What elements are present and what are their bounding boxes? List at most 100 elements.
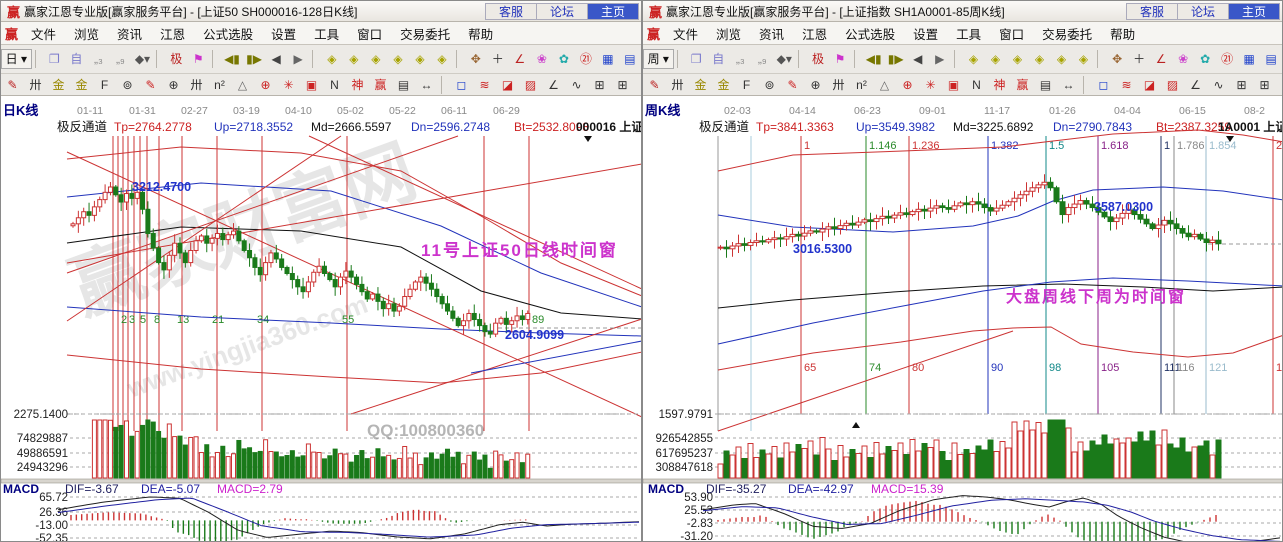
hatch-box-icon[interactable]: ▨	[519, 75, 542, 95]
n-wave-icon[interactable]: Ν	[965, 75, 988, 95]
diamond-right-icon[interactable]: ◈	[984, 49, 1006, 69]
box-grid-icon[interactable]: ▣	[942, 75, 965, 95]
zoom-region-icon[interactable]: ❐	[685, 49, 707, 69]
diamond-left-icon[interactable]: ◈	[962, 49, 984, 69]
hatch-box-icon[interactable]: ▨	[1161, 75, 1184, 95]
compass-icon[interactable]: ⊕	[162, 75, 185, 95]
pencil-angle-icon[interactable]: ∠	[542, 75, 565, 95]
grid-a-icon[interactable]: ⊞	[588, 75, 611, 95]
gold-section-icon[interactable]: 金	[70, 75, 93, 95]
shen-tool-icon[interactable]: 神	[988, 75, 1011, 95]
n-square-icon[interactable]: n²	[208, 75, 231, 95]
spiral-icon[interactable]: ⊚	[116, 75, 139, 95]
diamond-left-icon[interactable]: ◈	[321, 49, 343, 69]
menu-item-4[interactable]: 公式选股	[194, 24, 262, 43]
target-icon[interactable]: ⊕	[896, 75, 919, 95]
menu-item-1[interactable]: 浏览	[707, 24, 750, 43]
gold-section-icon[interactable]: 金	[712, 75, 735, 95]
menu-item-3[interactable]: 江恩	[793, 24, 836, 43]
n-square-icon[interactable]: n²	[850, 75, 873, 95]
fibo-f-icon[interactable]: F	[93, 75, 116, 95]
menu-item-1[interactable]: 浏览	[65, 24, 108, 43]
shade-box-icon[interactable]: ◪	[1138, 75, 1161, 95]
width-measure-icon[interactable]: ↔	[415, 75, 438, 95]
menu-item-8[interactable]: 交易委托	[391, 24, 459, 43]
menu-item-6[interactable]: 工具	[947, 24, 990, 43]
notes-icon[interactable]: 自	[65, 49, 87, 69]
titlebar-button-forum[interactable]: 论坛	[1177, 3, 1228, 20]
crosshair-icon[interactable]: ＋	[1128, 49, 1150, 69]
menu-item-4[interactable]: 公式选股	[836, 24, 904, 43]
calendar-icon[interactable]: ㉑	[575, 49, 597, 69]
grid-ruler-icon[interactable]: 卅	[666, 75, 689, 95]
grid-b-icon[interactable]: ⊞	[611, 75, 634, 95]
hand-icon[interactable]: ✥	[465, 49, 487, 69]
target-icon[interactable]: ⊕	[254, 75, 277, 95]
fan-lines-icon[interactable]: ≋	[473, 75, 496, 95]
angle-measure-icon[interactable]: ∠	[1150, 49, 1172, 69]
menu-item-2[interactable]: 资讯	[108, 24, 151, 43]
star-burst-icon[interactable]: ✳	[919, 75, 942, 95]
calculator-icon[interactable]: ▦	[1238, 49, 1260, 69]
grid-b-icon[interactable]: ⊞	[1253, 75, 1276, 95]
ying-tool-icon[interactable]: 赢	[369, 75, 392, 95]
diamond-vexpand-icon[interactable]: ◈	[1050, 49, 1072, 69]
hand-icon[interactable]: ✥	[1106, 49, 1128, 69]
diamond-hexpand-icon[interactable]: ◈	[365, 49, 387, 69]
candle-style-icon[interactable]: ◆▾	[131, 49, 153, 69]
diamond-hshrink-icon[interactable]: ◈	[387, 49, 409, 69]
zoom-region-icon[interactable]: ❐	[43, 49, 65, 69]
brain-icon[interactable]: ✿	[1194, 49, 1216, 69]
red-pen-icon[interactable]: ✎	[139, 75, 162, 95]
ying-tool-icon[interactable]: 赢	[1011, 75, 1034, 95]
menu-item-9[interactable]: 帮助	[1101, 24, 1144, 43]
color-flag-icon[interactable]: ⚑	[187, 49, 209, 69]
gold-ratio-icon[interactable]: 金	[689, 75, 712, 95]
angle-ruler-icon[interactable]: △	[231, 75, 254, 95]
color-flag-icon[interactable]: ⚑	[829, 49, 851, 69]
grid-ruler-icon[interactable]: 卅	[24, 75, 47, 95]
angle-ruler-icon[interactable]: △	[873, 75, 896, 95]
menu-item-5[interactable]: 设置	[262, 24, 305, 43]
star-burst-icon[interactable]: ✳	[277, 75, 300, 95]
notebook-icon[interactable]: ▤	[619, 49, 641, 69]
box-grid-icon[interactable]: ▣	[300, 75, 323, 95]
time-ruler-icon[interactable]: 卅	[827, 75, 850, 95]
diamond-all-icon[interactable]: ◈	[1072, 49, 1094, 69]
calendar-icon[interactable]: ㉑	[1216, 49, 1238, 69]
first-bar-icon[interactable]: ◀▮	[863, 49, 885, 69]
flower-icon[interactable]: ❀	[531, 49, 553, 69]
last-bar-icon[interactable]: ▮▶	[885, 49, 907, 69]
diamond-right-icon[interactable]: ◈	[343, 49, 365, 69]
calculator-icon[interactable]: ▦	[597, 49, 619, 69]
symbol-dropdown-icon[interactable]	[1226, 136, 1234, 142]
brain-icon[interactable]: ✿	[553, 49, 575, 69]
pencil-angle-icon[interactable]: ∠	[1184, 75, 1207, 95]
symbol-dropdown-icon[interactable]	[584, 136, 592, 142]
period-selector[interactable]: 周 ▾	[643, 49, 674, 69]
grid-a-icon[interactable]: ⊞	[1230, 75, 1253, 95]
menu-item-8[interactable]: 交易委托	[1033, 24, 1101, 43]
candle-style-icon[interactable]: ◆▾	[773, 49, 795, 69]
diamond-hexpand-icon[interactable]: ◈	[1006, 49, 1028, 69]
flower-icon[interactable]: ❀	[1172, 49, 1194, 69]
notes-icon[interactable]: 自	[707, 49, 729, 69]
fan-lines-icon[interactable]: ≋	[1115, 75, 1138, 95]
first-bar-icon[interactable]: ◀▮	[221, 49, 243, 69]
n-wave-icon[interactable]: Ν	[323, 75, 346, 95]
width-measure-icon[interactable]: ↔	[1057, 75, 1080, 95]
next-bar-icon[interactable]: ▶	[287, 49, 309, 69]
titlebar-button-forum[interactable]: 论坛	[536, 3, 587, 20]
prev-bar-icon[interactable]: ◀	[907, 49, 929, 69]
prev-bar-icon[interactable]: ◀	[265, 49, 287, 69]
gold-ratio-icon[interactable]: 金	[47, 75, 70, 95]
blue-box-icon[interactable]: ◻	[1092, 75, 1115, 95]
menu-item-0[interactable]: 文件	[22, 24, 65, 43]
angle-measure-icon[interactable]: ∠	[509, 49, 531, 69]
gann-pen-icon[interactable]: ✎	[1, 75, 24, 95]
time-ruler-icon[interactable]: 卅	[185, 75, 208, 95]
spiral-icon[interactable]: ⊚	[758, 75, 781, 95]
shen-tool-icon[interactable]: 神	[346, 75, 369, 95]
next-bar-icon[interactable]: ▶	[929, 49, 951, 69]
diamond-vexpand-icon[interactable]: ◈	[409, 49, 431, 69]
